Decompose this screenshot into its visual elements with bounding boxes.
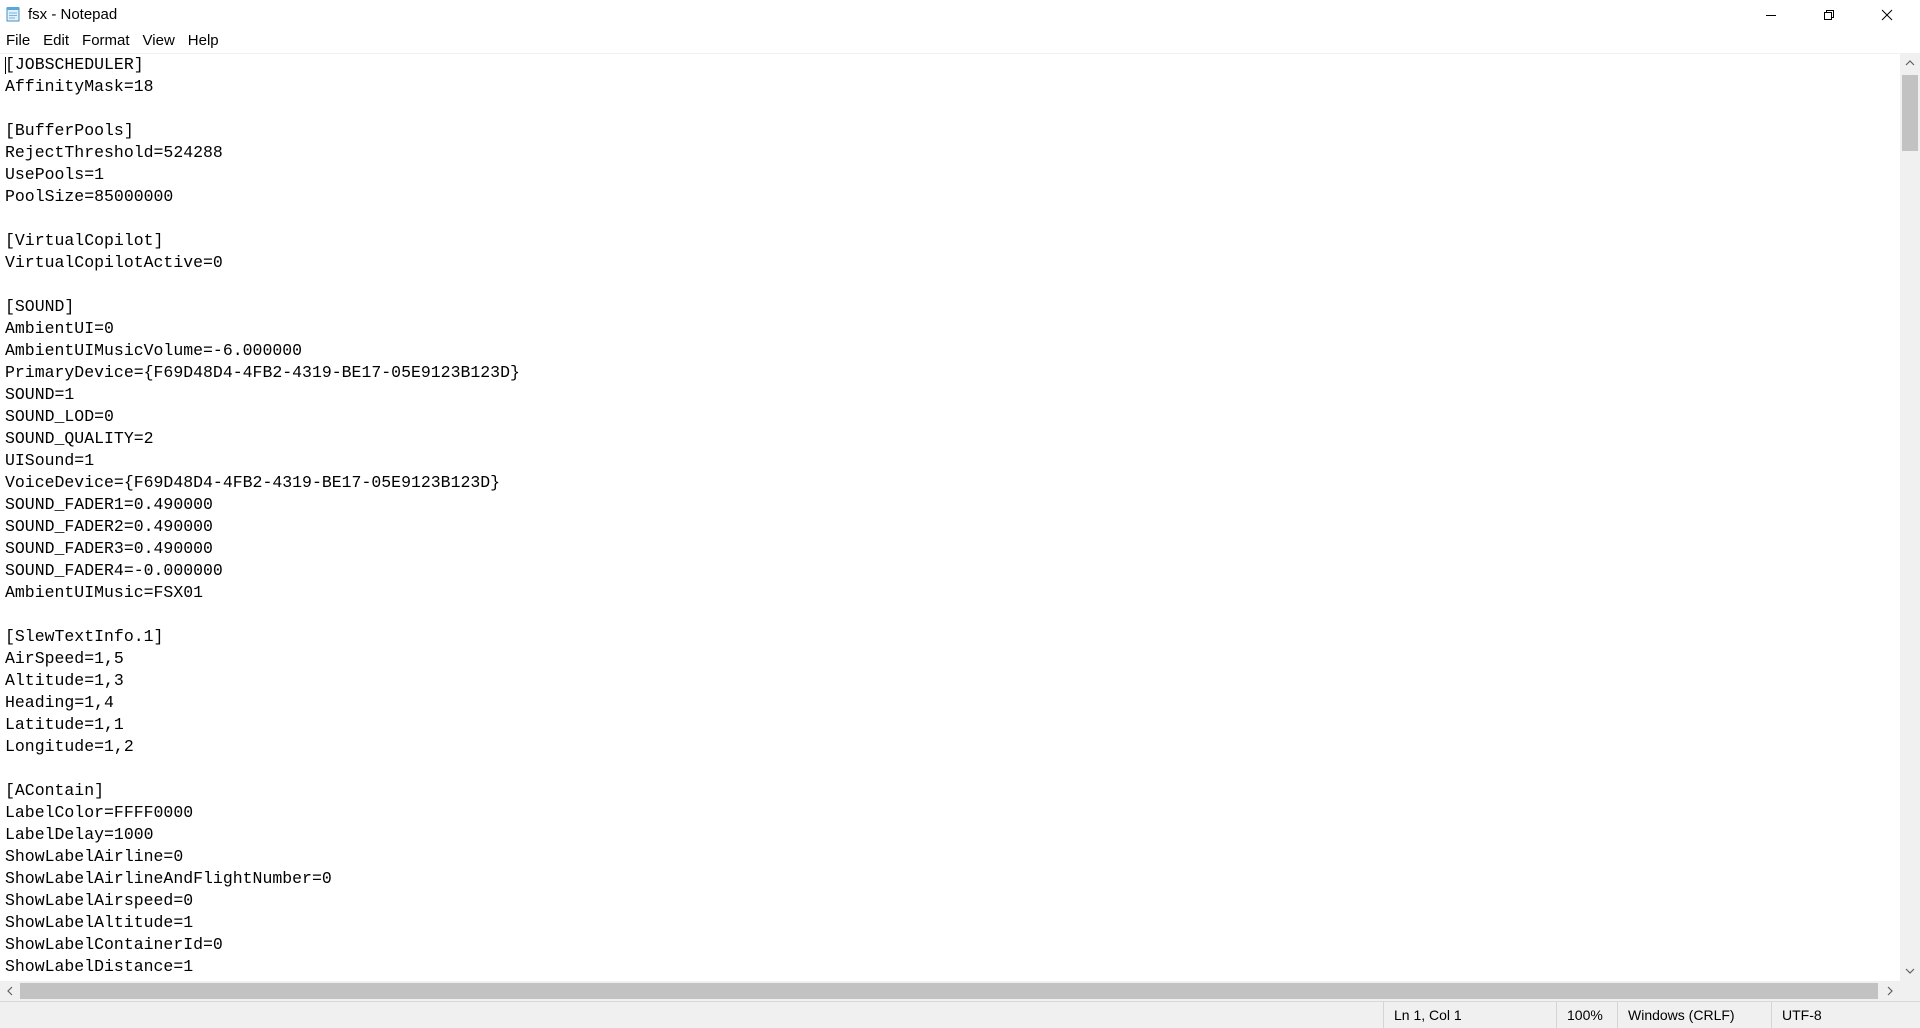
chevron-right-icon <box>1887 986 1893 996</box>
notepad-window: fsx - Notepad File Edit Format View Help <box>0 0 1920 1028</box>
horizontal-scroll-thumb[interactable] <box>20 983 1878 999</box>
menu-edit[interactable]: Edit <box>37 30 75 52</box>
window-title: fsx - Notepad <box>28 6 118 23</box>
scroll-down-button[interactable] <box>1900 961 1920 981</box>
encoding: UTF-8 <box>1771 1002 1920 1028</box>
scroll-right-button[interactable] <box>1880 981 1900 1001</box>
horizontal-scrollbar[interactable] <box>0 981 1900 1001</box>
close-icon <box>1881 9 1893 21</box>
vertical-scroll-thumb[interactable] <box>1902 75 1918 151</box>
menu-view[interactable]: View <box>137 30 181 52</box>
menu-file[interactable]: File <box>0 30 36 52</box>
title-bar[interactable]: fsx - Notepad <box>0 0 1920 30</box>
minimize-button[interactable] <box>1742 0 1800 30</box>
scrollbar-corner <box>1900 981 1920 1001</box>
close-button[interactable] <box>1858 0 1916 30</box>
zoom-level: 100% <box>1556 1002 1626 1028</box>
cursor-position: Ln 1, Col 1 <box>1383 1002 1556 1028</box>
notepad-icon <box>6 7 20 22</box>
restore-icon <box>1824 10 1834 20</box>
menu-bar: File Edit Format View Help <box>0 30 1920 52</box>
menu-format[interactable]: Format <box>76 30 136 52</box>
menu-help[interactable]: Help <box>182 30 225 52</box>
minimize-icon <box>1766 15 1776 16</box>
text-caret <box>5 57 6 74</box>
chevron-up-icon <box>1905 60 1915 66</box>
chevron-down-icon <box>1905 968 1915 974</box>
status-bar: Ln 1, Col 1 100% Windows (CRLF) UTF-8 <box>0 1001 1920 1028</box>
line-ending: Windows (CRLF) <box>1617 1002 1771 1028</box>
vertical-scrollbar[interactable] <box>1900 53 1920 981</box>
chevron-left-icon <box>7 986 13 996</box>
editor-content[interactable]: [JOBSCHEDULER] AffinityMask=18 [BufferPo… <box>5 54 520 978</box>
scroll-up-button[interactable] <box>1900 53 1920 73</box>
scroll-left-button[interactable] <box>0 981 20 1001</box>
text-editor[interactable]: [JOBSCHEDULER] AffinityMask=18 [BufferPo… <box>0 53 1899 982</box>
restore-button[interactable] <box>1800 0 1858 30</box>
